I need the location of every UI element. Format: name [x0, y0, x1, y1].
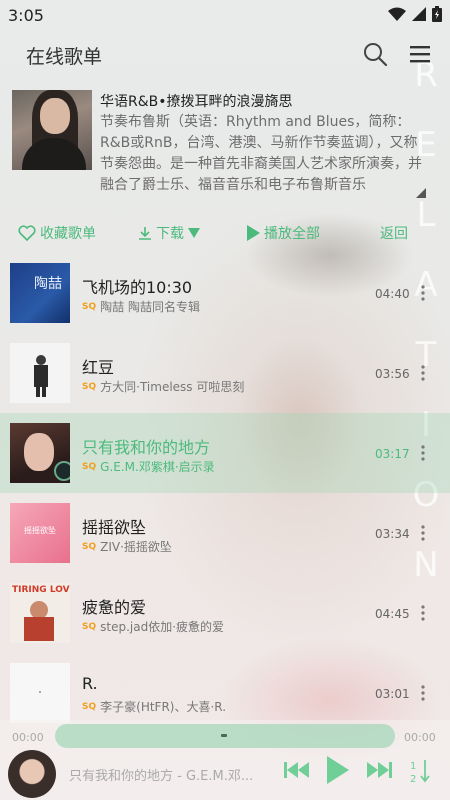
song-artist-album: 陶喆 陶喆同名专辑	[100, 300, 200, 314]
back-button[interactable]: 返回	[380, 223, 408, 243]
song-duration: 04:40	[375, 287, 410, 301]
song-subtitle: SQ step.jad依加·疲惫的爱	[82, 618, 224, 635]
more-options-icon[interactable]	[419, 605, 427, 621]
more-options-icon[interactable]	[419, 685, 427, 701]
more-options-icon[interactable]	[419, 285, 427, 301]
song-subtitle: SQ 方大同·Timeless 可啦思刻	[82, 378, 244, 395]
play-all-label: 播放全部	[264, 226, 320, 242]
page-title: 在线歌单	[26, 46, 103, 68]
play-order-icon[interactable]: 1 2	[410, 758, 432, 784]
favorite-label: 收藏歌单	[40, 226, 96, 242]
sq-badge: SQ	[82, 541, 97, 552]
song-title: 红豆	[82, 358, 115, 377]
song-duration: 03:17	[375, 447, 410, 461]
player-bar: 00:00 00:00 只有我和你的地方 - G.E.M.邓... 1 2	[0, 720, 450, 800]
song-duration: 03:01	[375, 687, 410, 701]
song-list: 陶喆 飞机场的10:30 SQ 陶喆 陶喆同名专辑 04:40 红豆 SQ 方大…	[0, 253, 450, 733]
svg-text:1: 1	[410, 761, 416, 772]
play-all-button[interactable]: 播放全部	[246, 223, 320, 243]
now-playing-art[interactable]	[8, 750, 56, 798]
song-artist-album: G.E.M.邓紫棋·启示录	[100, 460, 215, 474]
battery-icon	[432, 6, 442, 22]
now-playing-text[interactable]: 只有我和你的地方 - G.E.M.邓...	[69, 765, 275, 784]
song-row-playing[interactable]: 只有我和你的地方 SQ G.E.M.邓紫棋·启示录 03:17	[0, 413, 450, 493]
song-row[interactable]: 红豆 SQ 方大同·Timeless 可啦思刻 03:56	[0, 333, 450, 413]
back-label: 返回	[380, 226, 408, 242]
search-icon[interactable]	[362, 41, 388, 67]
song-title: 飞机场的10:30	[82, 278, 193, 297]
system-icons	[388, 6, 442, 22]
song-duration: 03:56	[375, 367, 410, 381]
playlist-info: 华语R&B•撩拨耳畔的浪漫旖思 节奏布鲁斯（英语：Rhythm and Blue…	[0, 90, 450, 205]
download-button[interactable]: 下载	[138, 223, 200, 243]
song-title: 疲惫的爱	[82, 598, 147, 617]
song-row[interactable]: TIRING LOVE 疲惫的爱 SQ step.jad依加·疲惫的爱 04:4…	[0, 573, 450, 653]
album-art	[10, 663, 70, 723]
more-options-icon[interactable]	[419, 365, 427, 381]
dropdown-triangle-icon	[188, 228, 200, 238]
wifi-icon	[388, 7, 406, 21]
app-header: 在线歌单	[0, 30, 450, 80]
song-duration: 04:45	[375, 607, 410, 621]
signal-icon	[412, 7, 426, 21]
song-subtitle: SQ G.E.M.邓紫棋·启示录	[82, 458, 215, 475]
song-subtitle: SQ 李子豪(HtFR)、大喜·R.	[82, 698, 226, 715]
song-subtitle: SQ ZIV·摇摇欲坠	[82, 538, 172, 555]
album-art	[10, 423, 70, 483]
sq-badge: SQ	[82, 301, 97, 312]
status-time: 3:05	[8, 6, 44, 25]
download-icon	[139, 227, 151, 240]
album-art-text: 陶喆	[34, 276, 62, 292]
more-options-icon[interactable]	[419, 525, 427, 541]
song-subtitle: SQ 陶喆 陶喆同名专辑	[82, 298, 200, 315]
album-art: TIRING LOVE	[10, 583, 70, 643]
album-art-text: 摇摇欲坠	[24, 526, 56, 535]
download-label: 下载	[156, 226, 184, 242]
song-artist-album: ZIV·摇摇欲坠	[100, 540, 172, 554]
sq-badge: SQ	[82, 381, 97, 392]
sq-badge: SQ	[82, 701, 97, 712]
play-icon	[247, 225, 260, 241]
status-bar: 3:05	[0, 0, 450, 30]
album-art: 陶喆	[10, 263, 70, 323]
sq-badge: SQ	[82, 621, 97, 632]
song-artist-album: 李子豪(HtFR)、大喜·R.	[100, 700, 227, 714]
album-art	[10, 343, 70, 403]
elapsed-time: 00:00	[12, 731, 44, 744]
playlist-title: 华语R&B•撩拨耳畔的浪漫旖思	[100, 94, 293, 110]
progress-thumb[interactable]	[221, 734, 227, 737]
sq-badge: SQ	[82, 461, 97, 472]
play-pause-icon[interactable]	[327, 756, 349, 784]
heart-icon	[18, 225, 36, 241]
album-art-text: TIRING LOVE	[12, 585, 70, 595]
more-options-icon[interactable]	[419, 445, 427, 461]
previous-track-icon[interactable]	[284, 760, 310, 780]
song-row[interactable]: 摇摇欲坠 摇摇欲坠 SQ ZIV·摇摇欲坠 03:34	[0, 493, 450, 573]
song-artist-album: step.jad依加·疲惫的爱	[100, 620, 225, 634]
expand-arrow-icon[interactable]	[416, 188, 426, 198]
playlist-cover[interactable]	[12, 90, 92, 170]
action-bar: 收藏歌单 下载 播放全部 返回	[0, 220, 450, 248]
playlist-description[interactable]: 节奏布鲁斯（英语：Rhythm and Blues，简称：R&B或RnB，台湾、…	[100, 112, 430, 200]
song-row[interactable]: 陶喆 飞机场的10:30 SQ 陶喆 陶喆同名专辑 04:40	[0, 253, 450, 333]
song-title: R.	[82, 674, 98, 693]
favorite-playlist-button[interactable]: 收藏歌单	[18, 223, 96, 243]
song-title: 只有我和你的地方	[82, 438, 211, 457]
song-title: 摇摇欲坠	[82, 518, 147, 537]
svg-text:2: 2	[410, 774, 416, 784]
album-art: 摇摇欲坠	[10, 503, 70, 563]
total-time: 00:00	[404, 731, 436, 744]
next-track-icon[interactable]	[366, 760, 392, 780]
progress-bar[interactable]	[55, 724, 395, 748]
song-artist-album: 方大同·Timeless 可啦思刻	[100, 380, 245, 394]
menu-icon[interactable]	[408, 42, 432, 66]
song-duration: 03:34	[375, 527, 410, 541]
